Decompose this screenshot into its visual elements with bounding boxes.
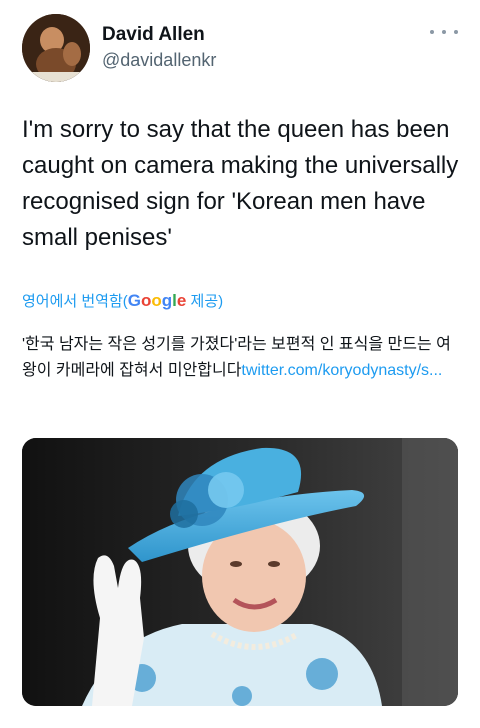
tweet-card: David Allen @davidallenkr I'm sorry to s… xyxy=(0,0,480,728)
translate-label-suffix: 제공) xyxy=(186,293,224,310)
google-letter: e xyxy=(176,291,187,310)
translated-text: '한국 남자는 작은 성기를 가졌다'라는 보편적 인 표식을 만드는 여왕이 … xyxy=(22,332,462,384)
tweet-photo[interactable] xyxy=(22,438,458,706)
google-letter: g xyxy=(161,291,173,310)
avatar[interactable] xyxy=(22,14,90,82)
translated-by-google[interactable]: 영어에서 번역함(Google 제공) xyxy=(22,290,223,311)
tweet-text: I'm sorry to say that the queen has been… xyxy=(22,116,459,251)
queen-photo xyxy=(22,438,458,706)
google-letter: o xyxy=(141,291,152,310)
more-horizontal-icon-dot-3 xyxy=(454,30,458,34)
author-handle[interactable]: @davidallenkr xyxy=(102,50,216,71)
translate-label-prefix: 영어에서 번역함( xyxy=(22,293,128,310)
tweet-link[interactable]: twitter.com/koryodynasty/s... xyxy=(241,362,442,379)
avatar-image xyxy=(22,14,90,82)
more-horizontal-icon xyxy=(430,30,434,34)
google-letter: o xyxy=(151,291,162,310)
google-letter: G xyxy=(127,291,141,310)
author-name[interactable]: David Allen xyxy=(102,24,205,46)
google-logo: Google xyxy=(128,291,187,310)
more-horizontal-icon-dot-2 xyxy=(442,30,446,34)
more-options-button[interactable] xyxy=(430,22,458,42)
